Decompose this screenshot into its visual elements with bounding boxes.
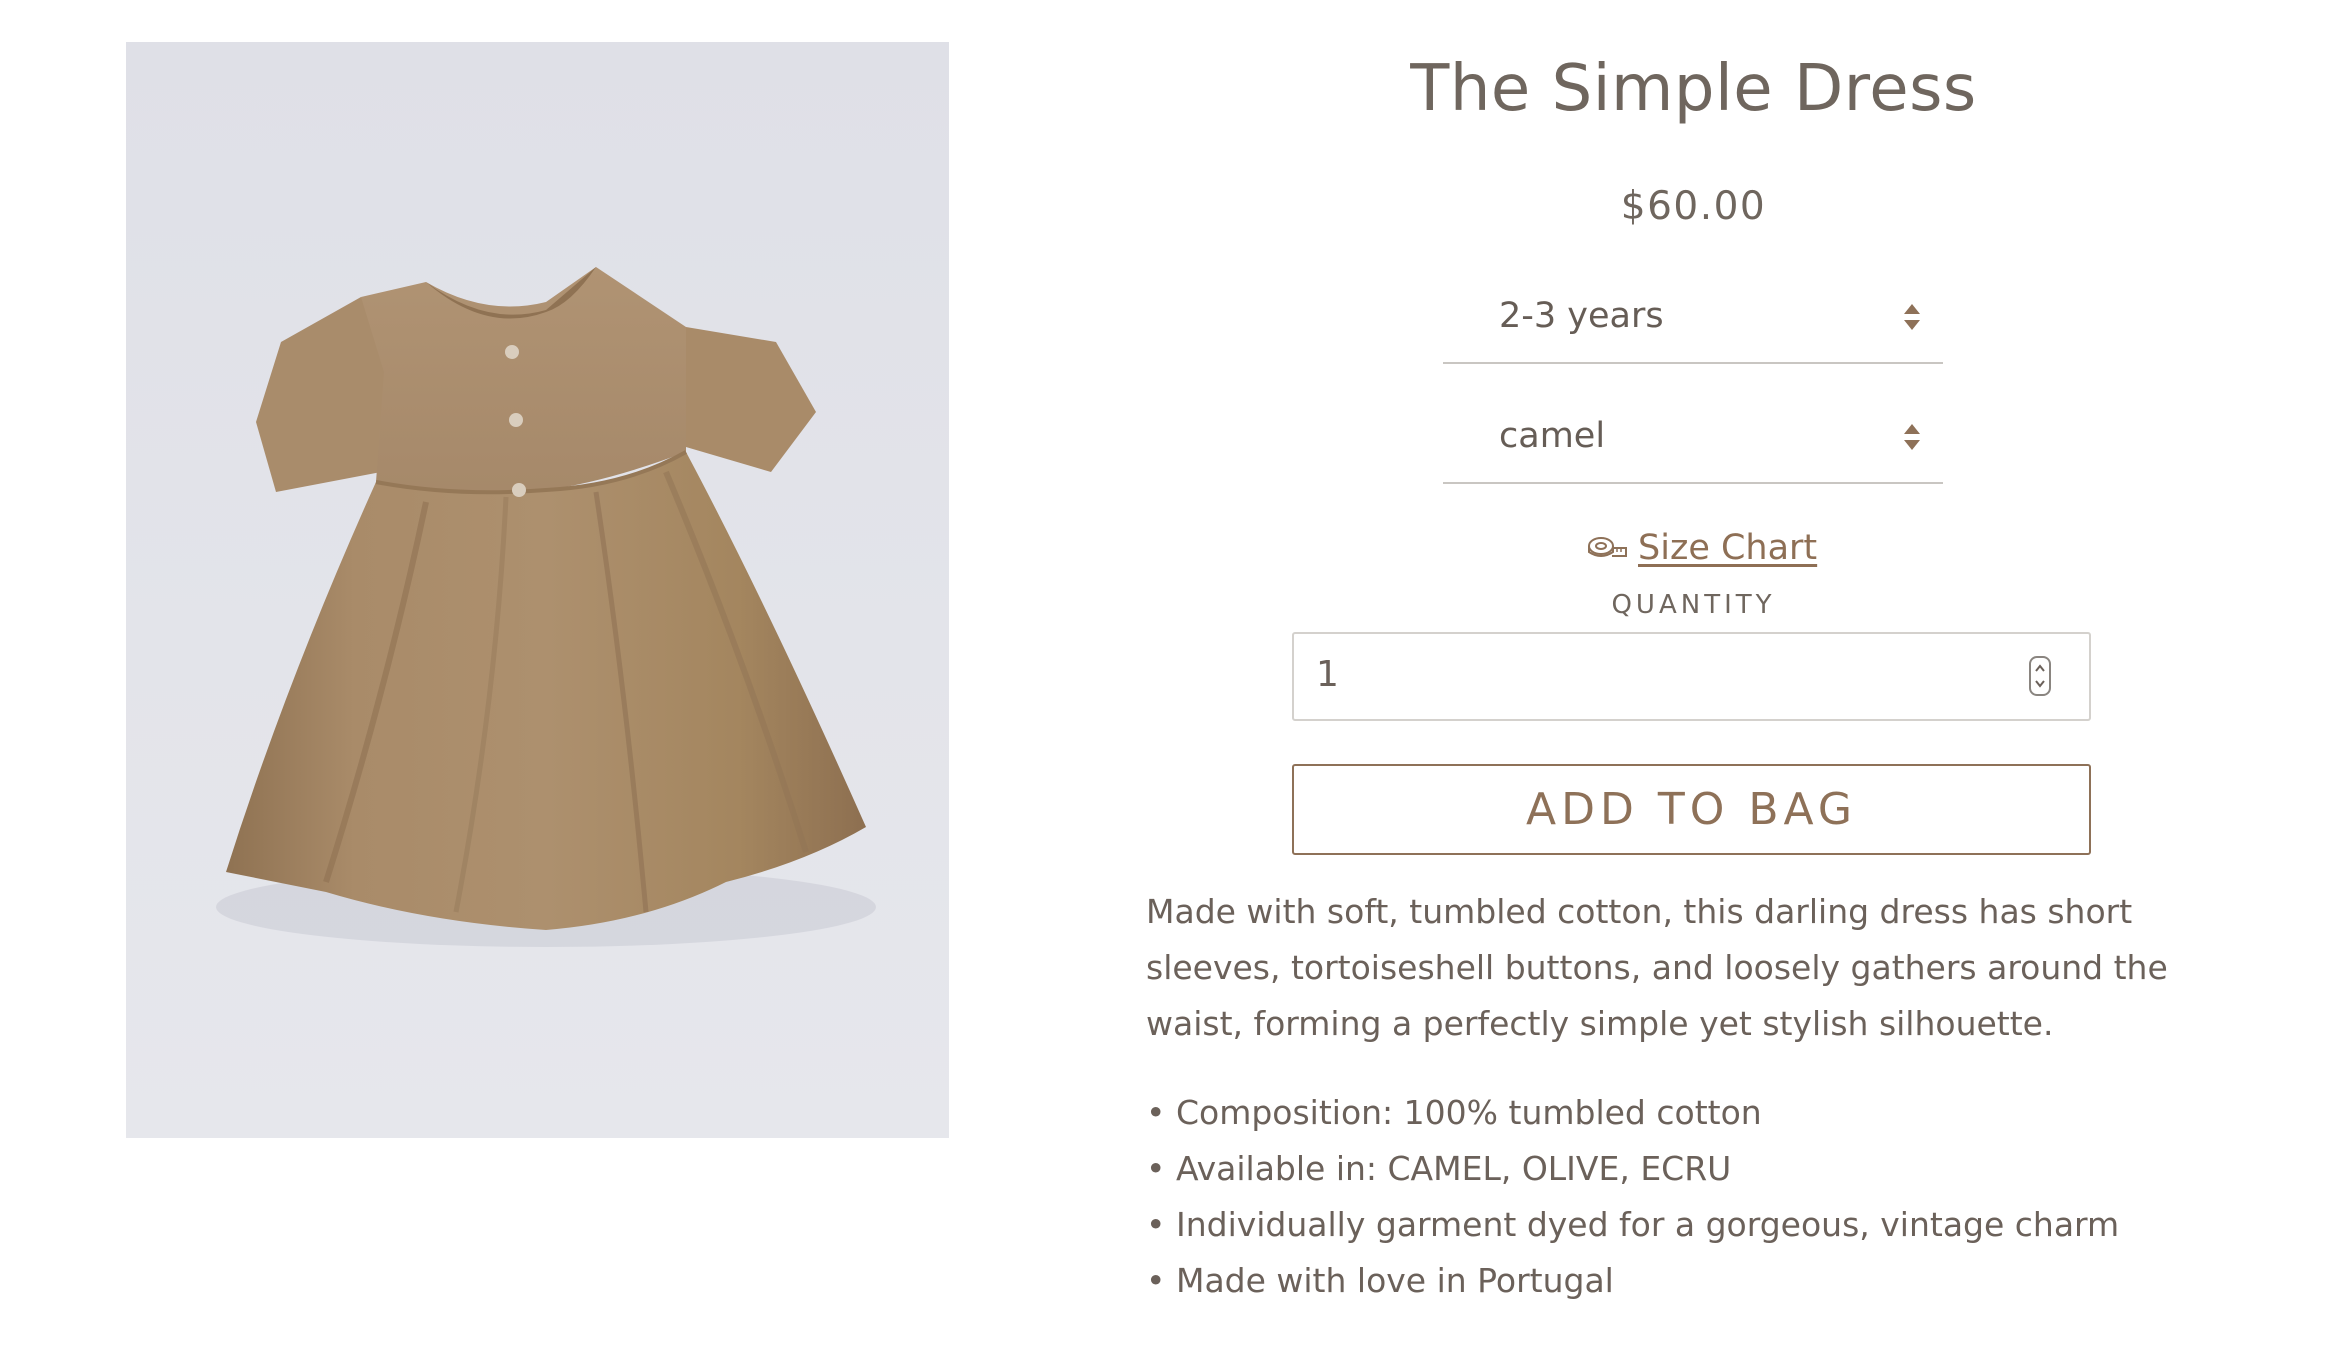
feature-item: Individually garment dyed for a gorgeous… bbox=[1146, 1197, 2236, 1253]
feature-item: Available in: CAMEL, OLIVE, ECRU bbox=[1146, 1141, 2236, 1197]
quantity-stepper[interactable] bbox=[2029, 656, 2051, 696]
chevron-down-icon[interactable] bbox=[2034, 679, 2046, 689]
select-arrows-icon bbox=[1904, 424, 1920, 450]
size-select-value: 2-3 years bbox=[1499, 296, 1664, 336]
product-price: $60.00 bbox=[1620, 184, 1767, 229]
color-select[interactable]: camel bbox=[1443, 404, 1943, 484]
product-title: The Simple Dress bbox=[1410, 52, 1977, 126]
tape-measure-icon bbox=[1588, 537, 1627, 557]
select-arrows-icon bbox=[1904, 304, 1920, 330]
product-details: The Simple Dress $60.00 2-3 years camel … bbox=[1146, 0, 2236, 1358]
quantity-value: 1 bbox=[1316, 654, 1339, 695]
size-select[interactable]: 2-3 years bbox=[1443, 284, 1943, 364]
product-description: Made with soft, tumbled cotton, this dar… bbox=[1146, 892, 2168, 1043]
feature-list: Composition: 100% tumbled cotton Availab… bbox=[1146, 1085, 2236, 1309]
chevron-up-icon[interactable] bbox=[2034, 663, 2046, 673]
quantity-label: QUANTITY bbox=[1611, 590, 1776, 620]
add-to-bag-button[interactable]: ADD TO BAG bbox=[1292, 764, 2091, 855]
color-select-value: camel bbox=[1499, 416, 1606, 456]
size-chart-label: Size Chart bbox=[1638, 528, 1818, 568]
feature-item: Made with love in Portugal bbox=[1146, 1253, 2236, 1309]
dress-illustration bbox=[216, 267, 876, 947]
size-chart-link[interactable]: Size Chart bbox=[1586, 520, 1817, 576]
quantity-input[interactable]: 1 bbox=[1292, 632, 2091, 721]
feature-item: Composition: 100% tumbled cotton bbox=[1146, 1085, 2236, 1141]
product-image bbox=[126, 42, 949, 1138]
